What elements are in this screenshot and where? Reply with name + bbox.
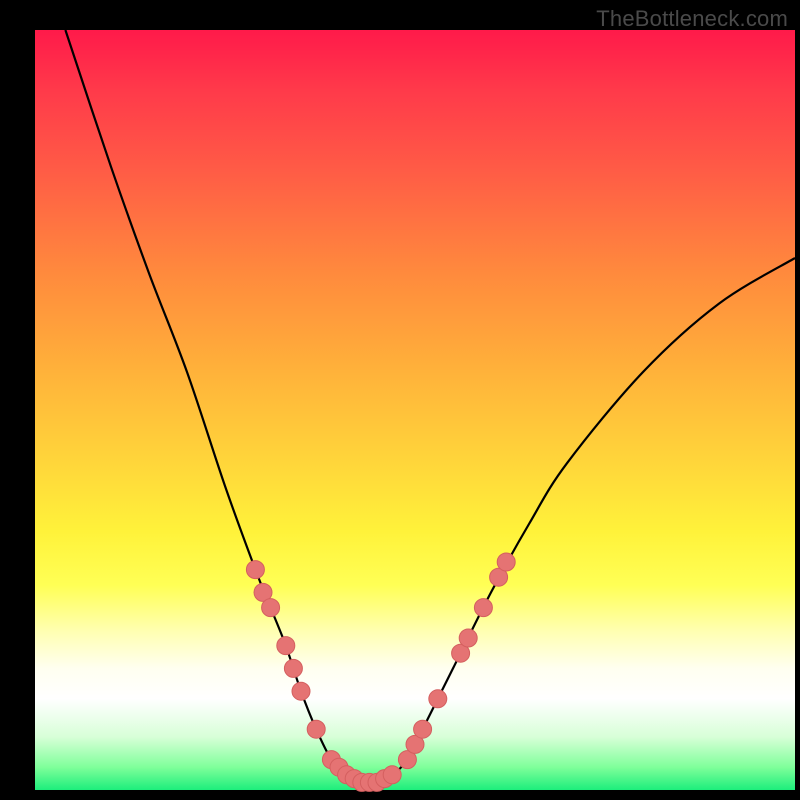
plot-area [35,30,795,790]
marker-dot [292,682,310,700]
marker-dot [429,690,447,708]
marker-dot [262,599,280,617]
marker-dot [307,720,325,738]
curve-svg [35,30,795,790]
marker-dot [277,637,295,655]
bottleneck-curve [65,30,795,783]
marker-dot [474,599,492,617]
curve-markers [246,553,515,791]
marker-dot [497,553,515,571]
chart-frame: TheBottleneck.com [0,0,800,800]
watermark-text: TheBottleneck.com [596,6,788,32]
marker-dot [246,561,264,579]
marker-dot [284,659,302,677]
marker-dot [459,629,477,647]
marker-dot [383,766,401,784]
marker-dot [414,720,432,738]
